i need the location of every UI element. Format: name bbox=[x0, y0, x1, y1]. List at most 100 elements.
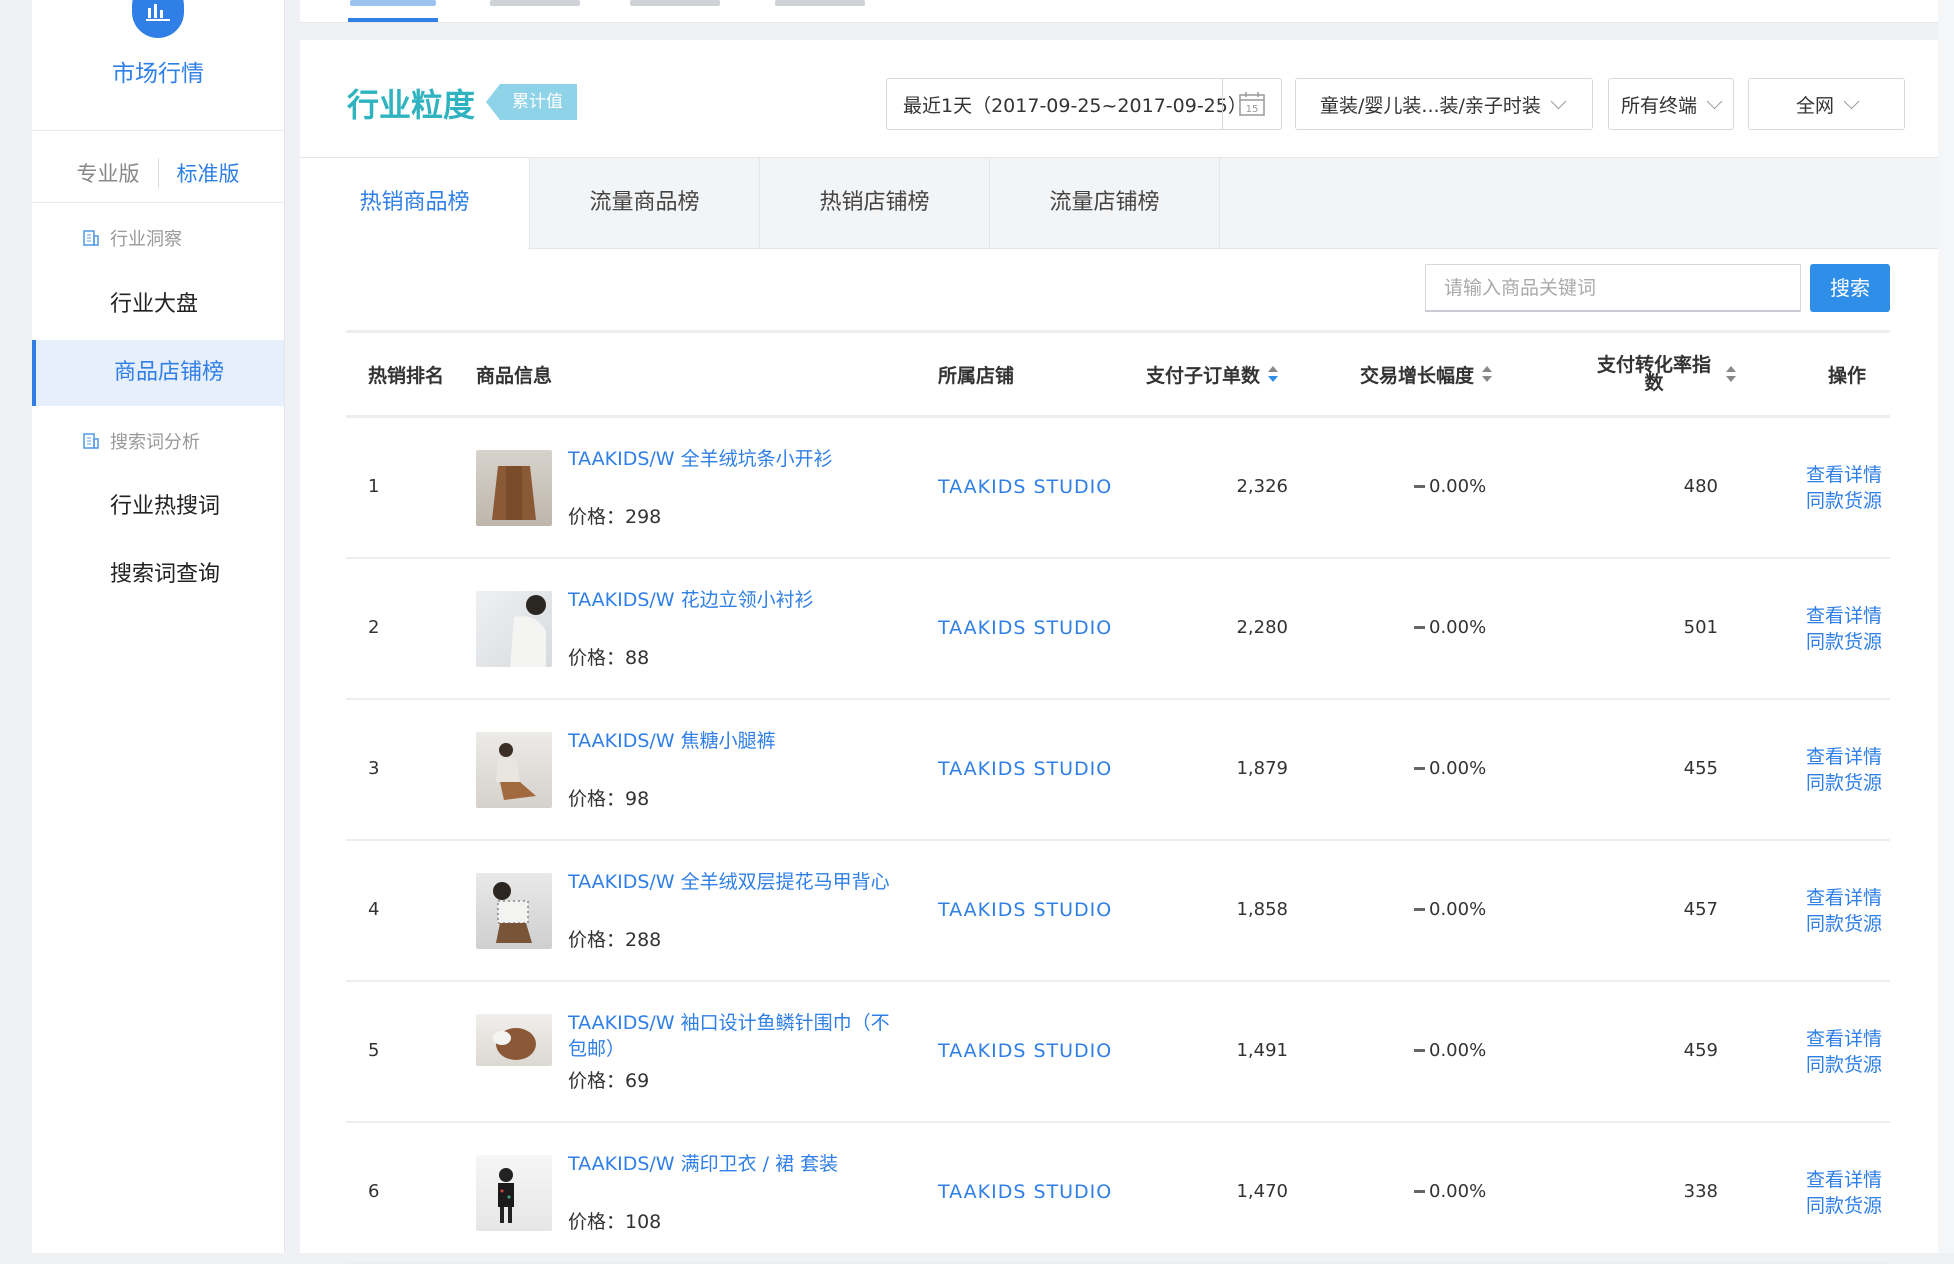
product-thumbnail[interactable] bbox=[476, 732, 552, 808]
growth-value: 0.00% bbox=[1414, 1181, 1486, 1202]
ops-cell: 查看详情 同款货源 bbox=[1806, 1026, 1882, 1078]
tab-hot-products[interactable]: 热销商品榜 bbox=[300, 158, 530, 250]
product-thumbnail[interactable] bbox=[476, 591, 552, 667]
sidebar-item-product-shop-rank[interactable]: 商品店铺榜 bbox=[32, 340, 284, 406]
growth-value: 0.00% bbox=[1414, 899, 1486, 920]
terminal-select[interactable]: 所有终端 bbox=[1608, 78, 1734, 130]
date-range-picker[interactable]: 最近1天（2017-09-25~2017-09-25） 15 bbox=[886, 78, 1282, 130]
rank-cell: 5 bbox=[368, 1040, 380, 1061]
top-tab-strip bbox=[300, 0, 1954, 23]
same-source-link[interactable]: 同款货源 bbox=[1806, 1052, 1882, 1078]
shop-name-link[interactable]: TAAKIDS STUDIO bbox=[938, 758, 1112, 780]
product-thumbnail[interactable] bbox=[476, 873, 552, 949]
product-price: 价格：69 bbox=[568, 1070, 650, 1092]
table-row: 5 TAAKIDS/W 袖口设计鱼鳞针围巾（不包邮） 价格：69 TAAKIDS… bbox=[346, 982, 1890, 1123]
conversion-value: 457 bbox=[1683, 899, 1718, 920]
header-orders-sortable[interactable]: 支付子订单数 bbox=[1146, 333, 1279, 415]
product-name-link[interactable]: TAAKIDS/W 花边立领小衬衫 bbox=[568, 587, 908, 613]
product-thumbnail[interactable] bbox=[476, 1014, 552, 1066]
chevron-down-icon bbox=[1843, 93, 1860, 109]
same-source-link[interactable]: 同款货源 bbox=[1806, 1193, 1882, 1219]
header-conversion-sortable[interactable]: 支付转化率指数 bbox=[1590, 333, 1750, 415]
category-value: 童装/婴儿装...装/亲子时装 bbox=[1320, 94, 1541, 117]
growth-text: 0.00% bbox=[1429, 1181, 1487, 1202]
sort-icon[interactable] bbox=[1482, 366, 1493, 382]
product-thumbnail[interactable] bbox=[476, 450, 552, 526]
view-detail-link[interactable]: 查看详情 bbox=[1806, 1167, 1882, 1193]
product-name-link[interactable]: TAAKIDS/W 袖口设计鱼鳞针围巾（不包邮） bbox=[568, 1010, 908, 1062]
tab-hot-shops[interactable]: 热销店铺榜 bbox=[760, 158, 990, 248]
growth-text: 0.00% bbox=[1429, 1040, 1487, 1061]
rank-cell: 2 bbox=[368, 617, 380, 638]
table-row: 1 TAAKIDS/W 全羊绒坑条小开衫 价格：298 TAAKIDS STUD… bbox=[346, 418, 1890, 559]
header-conversion: 支付转化率指数 bbox=[1596, 354, 1711, 394]
view-detail-link[interactable]: 查看详情 bbox=[1806, 744, 1882, 770]
sidebar-item-industry-overview[interactable]: 行业大盘 bbox=[32, 272, 284, 338]
search-input[interactable] bbox=[1425, 264, 1801, 312]
search-button[interactable]: 搜索 bbox=[1810, 264, 1890, 312]
sort-icon[interactable] bbox=[1268, 366, 1279, 382]
growth-text: 0.00% bbox=[1429, 899, 1487, 920]
product-rank-table: 热销排名 商品信息 所属店铺 支付子订单数 交易增长幅度 支付转化率指数 操作 … bbox=[346, 330, 1890, 1264]
network-select[interactable]: 全网 bbox=[1748, 78, 1905, 130]
app-title: 市场行情 bbox=[112, 61, 204, 87]
version-std-button[interactable]: 标准版 bbox=[159, 158, 240, 188]
same-source-link[interactable]: 同款货源 bbox=[1806, 911, 1882, 937]
terminal-value: 所有终端 bbox=[1621, 94, 1698, 117]
table-row: 3 TAAKIDS/W 焦糖小腿裤 价格：98 TAAKIDS STUDIO 1… bbox=[346, 700, 1890, 841]
view-detail-link[interactable]: 查看详情 bbox=[1806, 603, 1882, 629]
sidebar-item-search-word-query[interactable]: 搜索词查询 bbox=[32, 542, 284, 608]
chevron-down-icon bbox=[1550, 93, 1567, 109]
top-tab-active-clipped[interactable] bbox=[350, 0, 436, 6]
sidebar-group-label: 行业洞察 bbox=[110, 229, 182, 250]
flat-trend-icon bbox=[1414, 485, 1425, 488]
top-tab-clipped[interactable] bbox=[490, 0, 580, 6]
header-rank: 热销排名 bbox=[368, 364, 445, 387]
header-shop: 所属店铺 bbox=[938, 364, 1015, 387]
header-growth-sortable[interactable]: 交易增长幅度 bbox=[1360, 333, 1493, 415]
product-name-link[interactable]: TAAKIDS/W 全羊绒双层提花马甲背心 bbox=[568, 869, 908, 895]
calendar-icon[interactable]: 15 bbox=[1222, 79, 1281, 129]
table-row: 4 TAAKIDS/W 全羊绒双层提花马甲背心 价格：288 TAAKIDS S… bbox=[346, 841, 1890, 982]
product-name-link[interactable]: TAAKIDS/W 焦糖小腿裤 bbox=[568, 728, 908, 754]
top-tab-underline bbox=[348, 18, 438, 22]
product-thumbnail[interactable] bbox=[476, 1155, 552, 1231]
growth-value: 0.00% bbox=[1414, 617, 1486, 638]
product-name-link[interactable]: TAAKIDS/W 满印卫衣 / 裙 套装 bbox=[568, 1151, 908, 1177]
product-name-link[interactable]: TAAKIDS/W 全羊绒坑条小开衫 bbox=[568, 446, 908, 472]
version-pro-button[interactable]: 专业版 bbox=[77, 158, 159, 188]
same-source-link[interactable]: 同款货源 bbox=[1806, 629, 1882, 655]
orders-value: 1,879 bbox=[1236, 758, 1288, 779]
flat-trend-icon bbox=[1414, 1190, 1425, 1193]
top-tab-clipped[interactable] bbox=[630, 0, 720, 6]
calendar-day-label: 15 bbox=[1246, 104, 1259, 115]
tab-traffic-products[interactable]: 流量商品榜 bbox=[530, 158, 760, 248]
shop-name-link[interactable]: TAAKIDS STUDIO bbox=[938, 617, 1112, 639]
product-price: 价格：288 bbox=[568, 929, 662, 951]
rank-cell: 1 bbox=[368, 476, 380, 497]
sidebar-group-industry-insight: 行业洞察 bbox=[82, 225, 182, 251]
sort-icon[interactable] bbox=[1726, 366, 1736, 382]
ops-cell: 查看详情 同款货源 bbox=[1806, 1167, 1882, 1219]
orders-value: 2,280 bbox=[1236, 617, 1288, 638]
shop-name-link[interactable]: TAAKIDS STUDIO bbox=[938, 1040, 1112, 1062]
same-source-link[interactable]: 同款货源 bbox=[1806, 488, 1882, 514]
growth-value: 0.00% bbox=[1414, 476, 1486, 497]
product-price: 价格：108 bbox=[568, 1211, 662, 1233]
table-row: 2 TAAKIDS/W 花边立领小衬衫 价格：88 TAAKIDS STUDIO… bbox=[346, 559, 1890, 700]
view-detail-link[interactable]: 查看详情 bbox=[1806, 1026, 1882, 1052]
same-source-link[interactable]: 同款货源 bbox=[1806, 770, 1882, 796]
ops-cell: 查看详情 同款货源 bbox=[1806, 744, 1882, 796]
top-tab-clipped[interactable] bbox=[775, 0, 865, 6]
category-select[interactable]: 童装/婴儿装...装/亲子时装 bbox=[1295, 78, 1593, 130]
view-detail-link[interactable]: 查看详情 bbox=[1806, 462, 1882, 488]
view-detail-link[interactable]: 查看详情 bbox=[1806, 885, 1882, 911]
sidebar-item-hot-search-words[interactable]: 行业热搜词 bbox=[32, 474, 284, 540]
growth-text: 0.00% bbox=[1429, 476, 1487, 497]
tab-traffic-shops[interactable]: 流量店铺榜 bbox=[990, 158, 1220, 248]
header-orders: 支付子订单数 bbox=[1146, 364, 1261, 387]
shop-name-link[interactable]: TAAKIDS STUDIO bbox=[938, 899, 1112, 921]
shop-name-link[interactable]: TAAKIDS STUDIO bbox=[938, 1181, 1112, 1203]
shop-name-link[interactable]: TAAKIDS STUDIO bbox=[938, 476, 1112, 498]
version-switch: 专业版 标准版 bbox=[32, 156, 284, 190]
